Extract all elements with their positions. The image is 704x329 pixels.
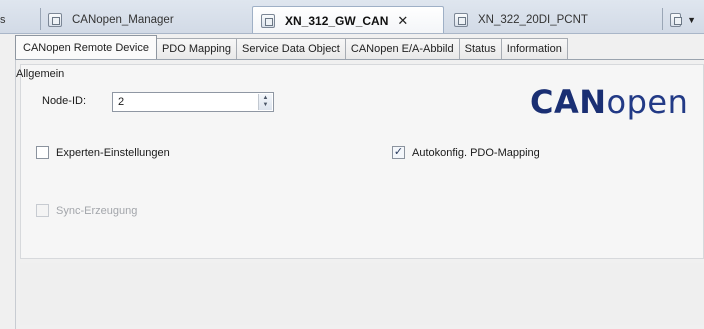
doc-tab-xn-322-20di-pcnt[interactable]: XN_322_20DI_PCNT bbox=[446, 6, 646, 33]
tab-label: CANopen Remote Device bbox=[23, 41, 149, 54]
chevron-down-icon[interactable]: ▼ bbox=[687, 15, 696, 25]
close-icon[interactable]: ✕ bbox=[397, 14, 408, 27]
auto-pdo-mapping-option[interactable]: ✓ Autokonfig. PDO-Mapping bbox=[392, 146, 540, 159]
empty-area bbox=[20, 263, 704, 325]
sync-generation-checkbox bbox=[36, 204, 49, 217]
node-id-label: Node-ID: bbox=[42, 95, 87, 107]
tab-pdo-mapping[interactable]: PDO Mapping bbox=[155, 38, 238, 59]
node-id-spinner[interactable]: ▲ ▼ bbox=[258, 94, 272, 110]
auto-pdo-mapping-label: Autokonfig. PDO-Mapping bbox=[412, 146, 540, 159]
expert-settings-option[interactable]: Experten-Einstellungen bbox=[36, 146, 170, 159]
tab-label: PDO Mapping bbox=[161, 43, 232, 55]
auto-pdo-mapping-checkbox[interactable]: ✓ bbox=[392, 146, 405, 159]
doc-tab-overflow[interactable]: ▼ bbox=[662, 6, 704, 33]
doc-tab-scroll-left[interactable]: s bbox=[0, 6, 18, 33]
document-tab-strip: s CANopen_Manager XN_312_GW_CAN ✕ XN_322… bbox=[0, 0, 704, 34]
sync-generation-option: Sync-Erzeugung bbox=[36, 204, 137, 217]
sync-generation-label: Sync-Erzeugung bbox=[56, 204, 138, 217]
spin-up-icon[interactable]: ▲ bbox=[263, 95, 269, 102]
node-id-input[interactable]: 2 ▲ ▼ bbox=[112, 92, 274, 112]
tab-label: CANopen E/A-Abbild bbox=[350, 43, 454, 55]
doc-tab-label: XN_322_20DI_PCNT bbox=[478, 14, 588, 26]
checkmark-icon: ✓ bbox=[393, 146, 404, 158]
group-title-general: Allgemein bbox=[16, 68, 65, 80]
doc-tab-xn-312-gw-can[interactable]: XN_312_GW_CAN ✕ bbox=[252, 6, 444, 33]
tab-label: Service Data Object bbox=[242, 43, 340, 55]
editor-tab-strip: CANopen Remote Device PDO Mapping Servic… bbox=[15, 35, 704, 60]
device-icon bbox=[670, 13, 683, 27]
tab-canopen-remote-device[interactable]: CANopen Remote Device bbox=[15, 35, 157, 59]
canopen-logo: CANopen bbox=[530, 86, 688, 118]
expert-settings-label: Experten-Einstellungen bbox=[56, 146, 170, 159]
tab-status[interactable]: Status bbox=[458, 38, 502, 59]
tab-separator bbox=[662, 8, 663, 30]
device-icon bbox=[261, 13, 275, 28]
expert-settings-checkbox[interactable] bbox=[36, 146, 49, 159]
tab-separator bbox=[40, 8, 41, 30]
tab-fragment: s bbox=[0, 14, 6, 26]
logo-text-light: open bbox=[606, 83, 689, 121]
tab-canopen-io-image[interactable]: CANopen E/A-Abbild bbox=[344, 38, 460, 59]
tab-label: Information bbox=[506, 43, 562, 55]
doc-tab-label: CANopen_Manager bbox=[72, 14, 174, 26]
device-icon bbox=[454, 13, 468, 27]
spin-down-icon[interactable]: ▼ bbox=[263, 102, 269, 109]
node-id-value: 2 bbox=[118, 96, 125, 108]
tab-information[interactable]: Information bbox=[500, 38, 568, 59]
tab-service-data-object[interactable]: Service Data Object bbox=[236, 38, 346, 59]
doc-tab-label: XN_312_GW_CAN bbox=[285, 13, 389, 28]
tab-label: Status bbox=[464, 43, 496, 55]
device-icon bbox=[48, 13, 62, 27]
logo-text-bold: CAN bbox=[530, 83, 607, 121]
doc-tab-canopen-manager[interactable]: CANopen_Manager bbox=[40, 6, 250, 33]
